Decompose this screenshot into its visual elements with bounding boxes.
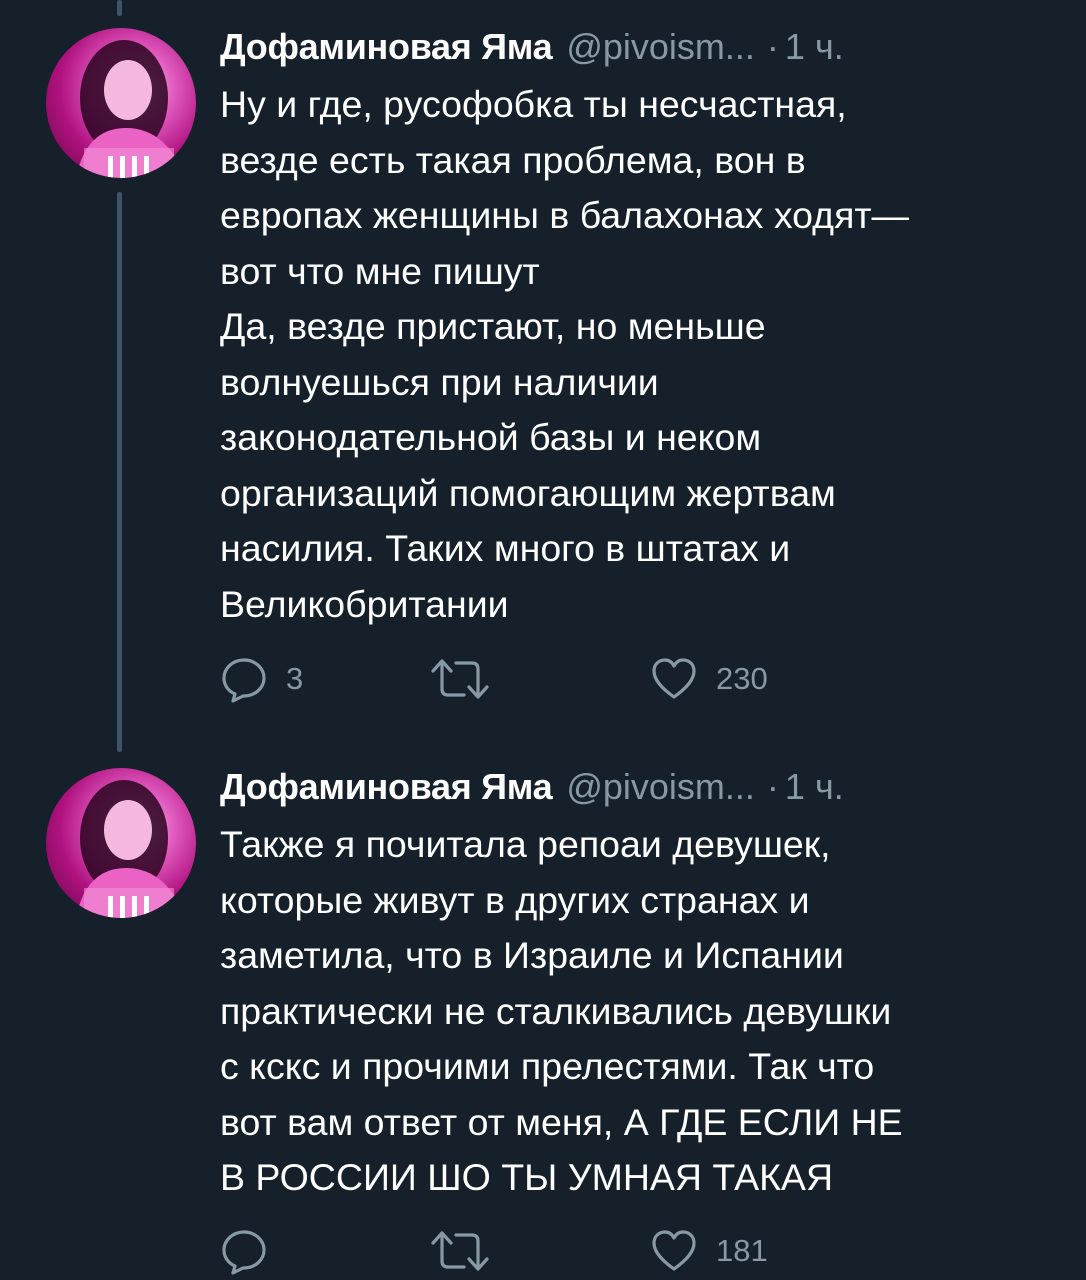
text-line: Великобритании xyxy=(220,582,509,625)
author-handle[interactable]: @pivoism... xyxy=(566,26,755,68)
tweet-header: Дофаминовая Яма @pivoism... · 1 ч. xyxy=(220,766,844,816)
text-line: Также я почитала репоаи девушек, xyxy=(220,823,831,865)
text-line: вот что мне пишут xyxy=(220,249,540,292)
retweet-icon xyxy=(430,655,490,703)
reply-button[interactable]: 3 xyxy=(220,654,303,704)
text-line: вот вам ответ от меня, А ГДЕ ЕСЛИ НЕ xyxy=(220,1100,903,1143)
text-line: заметила, что в Израиле и Испании xyxy=(220,934,844,976)
separator-dot: · xyxy=(766,26,779,67)
text-line: европах женщины в балахонах ходят— xyxy=(220,194,910,236)
avatar[interactable] xyxy=(46,28,196,178)
like-button[interactable]: 181 xyxy=(650,1226,768,1276)
tweet-actions: 181 xyxy=(220,1226,820,1276)
retweet-button[interactable] xyxy=(430,1226,508,1276)
text-line: Ну и где, русофобка ты несчастная, xyxy=(220,83,847,125)
text-line: которые живут в других странах и xyxy=(220,878,810,921)
reply-button[interactable] xyxy=(220,1226,286,1276)
text-line: организаций помогающим жертвам xyxy=(220,471,836,514)
reply-icon xyxy=(220,1227,268,1275)
text-line: волнуешься при наличии xyxy=(220,360,659,403)
like-icon xyxy=(650,655,698,703)
timestamp[interactable]: 1 ч. xyxy=(785,26,844,68)
retweet-button[interactable] xyxy=(430,654,508,704)
tweet-actions: 3 230 xyxy=(220,654,820,704)
tweet-text: Также я почитала репоаи девушек, которые… xyxy=(220,817,1050,1206)
author-handle[interactable]: @pivoism... xyxy=(566,766,755,808)
tweet-header: Дофаминовая Яма @pivoism... · 1 ч. xyxy=(220,26,844,76)
text-line: везде есть такая проблема, вон в xyxy=(220,138,806,181)
like-icon xyxy=(650,1227,698,1275)
separator-dot: · xyxy=(766,766,779,807)
text-line: законодательной базы и неком xyxy=(220,416,762,458)
text-line: насилия. Таких много в штатах и xyxy=(220,527,791,569)
author-name[interactable]: Дофаминовая Яма xyxy=(220,766,553,808)
like-button[interactable]: 230 xyxy=(650,654,768,704)
timestamp[interactable]: 1 ч. xyxy=(785,766,844,808)
reply-icon xyxy=(220,655,268,703)
text-line: В РОССИИ ШО ТЫ УМНАЯ ТАКАЯ xyxy=(220,1156,834,1198)
like-count: 230 xyxy=(716,661,768,696)
avatar[interactable] xyxy=(46,768,196,918)
thread-line-connector xyxy=(117,192,122,752)
text-line: с кскс и прочими прелестями. Так что xyxy=(220,1045,875,1087)
text-line: Да, везде пристают, но меньше xyxy=(220,305,766,347)
text-line: практически не сталкивались девушки xyxy=(220,989,892,1032)
tweet-text: Ну и где, русофобка ты несчастная, везде… xyxy=(220,77,1050,632)
thread-line-top xyxy=(117,0,122,16)
reply-count: 3 xyxy=(286,661,304,696)
like-count: 181 xyxy=(716,1233,768,1268)
author-name[interactable]: Дофаминовая Яма xyxy=(220,26,553,68)
retweet-icon xyxy=(430,1227,490,1275)
